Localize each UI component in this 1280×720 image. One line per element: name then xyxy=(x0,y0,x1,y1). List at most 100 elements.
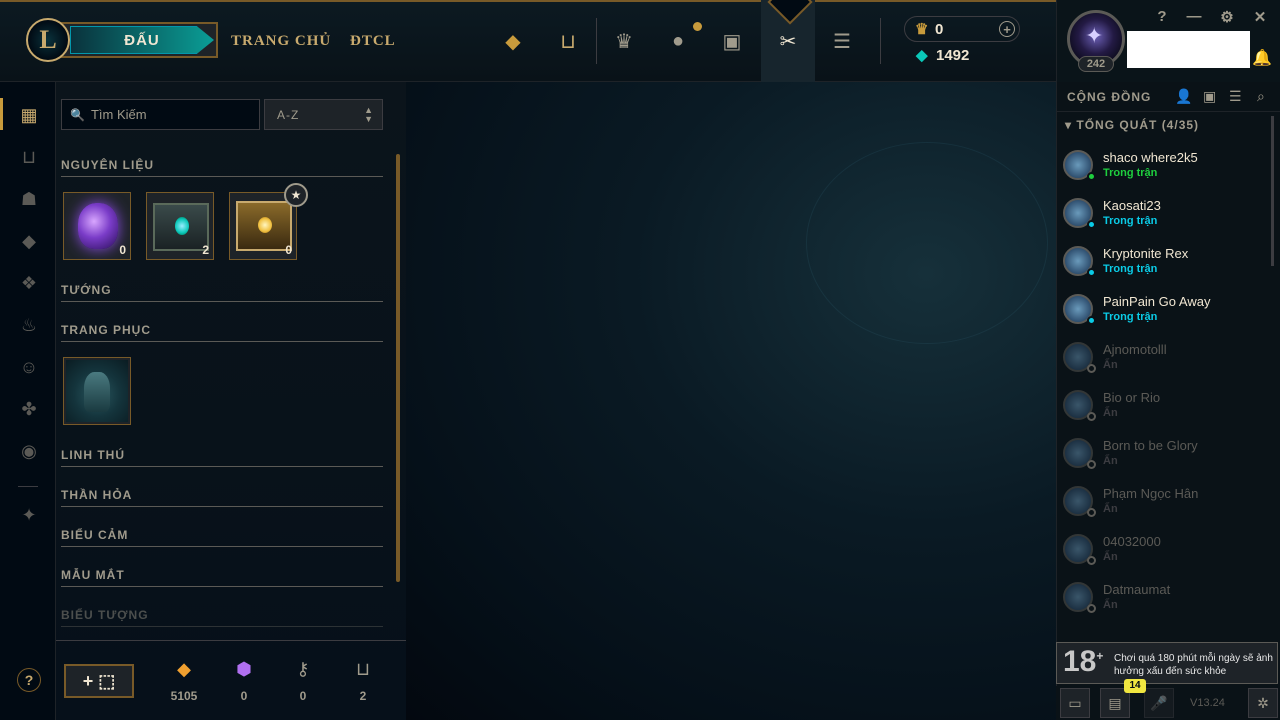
play-button-frame[interactable]: ĐẤU xyxy=(56,22,218,58)
help-icon[interactable]: ? xyxy=(1154,8,1170,25)
friend-name: Kaosati23 xyxy=(1103,198,1161,213)
section-wards[interactable]: MẪU MẮT xyxy=(61,568,383,587)
orb-icon xyxy=(78,203,118,249)
add-folder-icon[interactable]: ▣ xyxy=(1203,88,1216,105)
status-dot xyxy=(1087,316,1096,325)
friend-row[interactable]: Ajnomotolll Ẩn xyxy=(1057,334,1273,382)
add-friend-icon[interactable]: 👤 xyxy=(1175,88,1192,105)
inventory-scrollbar[interactable] xyxy=(396,154,400,582)
tile-count: 2 xyxy=(202,243,209,257)
friend-row[interactable]: Bio or Rio Ẩn xyxy=(1057,382,1273,430)
companion-category-icon[interactable]: ❖ xyxy=(16,270,42,296)
close-icon[interactable]: ✕ xyxy=(1252,8,1268,26)
material-tile[interactable]: 0 xyxy=(63,192,131,260)
league-logo-icon[interactable]: L xyxy=(26,18,70,62)
inventory-nav-icon[interactable]: ⊔ xyxy=(555,28,581,54)
search-input[interactable]: 🔍 Tìm Kiếm xyxy=(61,99,260,130)
status-dot xyxy=(1087,220,1096,229)
emote-category-icon[interactable]: ☺ xyxy=(16,354,42,380)
friend-group-header[interactable]: ▾ TỔNG QUÁT (4/35) xyxy=(1065,118,1199,132)
minimize-icon[interactable]: — xyxy=(1186,8,1202,25)
sort-dropdown[interactable]: A-Z ▲ ▼ xyxy=(264,99,383,130)
section-emotes[interactable]: BIỂU CẢM xyxy=(61,528,383,547)
summoner-icon-category-icon[interactable]: ♨ xyxy=(16,312,42,338)
status-dot xyxy=(1087,172,1096,181)
friend-status: Trong trận xyxy=(1103,311,1158,323)
material-tile[interactable]: 2 xyxy=(146,192,214,260)
chest-icon: ⊔ xyxy=(355,659,371,679)
skin-category-icon[interactable]: ◆ xyxy=(16,228,42,254)
section-materials[interactable]: NGUYÊN LIỆU xyxy=(61,158,383,177)
chat-icon[interactable]: ▭ xyxy=(1060,688,1090,718)
voice-icon[interactable]: 🎤 xyxy=(1144,688,1174,718)
rp-value: 0 xyxy=(935,20,944,38)
tft-category-icon[interactable]: ✦ xyxy=(16,502,42,528)
friend-row[interactable]: shaco where2k5 Trong trận xyxy=(1057,142,1273,190)
friend-status: Ẩn xyxy=(1103,551,1118,563)
keys: ⚷ 0 xyxy=(283,659,323,703)
key-icon: ⚷ xyxy=(296,659,310,679)
profile-nav-icon[interactable]: ● xyxy=(665,28,691,54)
friend-row[interactable]: PainPain Go Away Trong trận xyxy=(1057,286,1273,334)
section-champions[interactable]: TƯỚNG xyxy=(61,283,383,302)
list-view-icon[interactable]: ☰ xyxy=(1229,88,1242,105)
search-icon[interactable]: ⌕ xyxy=(1257,88,1265,105)
ranked-icon[interactable]: ◆ xyxy=(500,28,526,54)
skin-tile[interactable] xyxy=(63,357,131,425)
social-header: CỘNG ĐỒNG 👤 ▣ ☰ ⌕ xyxy=(1057,82,1280,112)
rail-active-indicator xyxy=(0,98,3,130)
social-bottom-bar: ▭ ▤ 🎤 ✲ xyxy=(1056,686,1280,720)
friend-row[interactable]: Born to be Glory Ẩn xyxy=(1057,430,1273,478)
mastery-icon[interactable]: ♛ xyxy=(611,28,637,54)
play-button[interactable]: ĐẤU xyxy=(70,26,214,54)
status-dot xyxy=(1087,268,1096,277)
loot-icon[interactable]: ✂ xyxy=(775,28,801,54)
buy-rp-button[interactable]: + xyxy=(999,21,1015,37)
section-profile-icons[interactable]: BIỂU TƯỢNG xyxy=(61,608,383,627)
report-bug-icon[interactable]: ✲ xyxy=(1248,688,1278,718)
warning-text: Chơi quá 180 phút mỗi ngày sẽ ảnh hưởng … xyxy=(1114,653,1273,677)
blue-essence: ◆ 1492 xyxy=(904,42,1020,68)
social-title: CỘNG ĐỒNG xyxy=(1067,90,1152,104)
collection-icon[interactable]: ▣ xyxy=(719,28,745,54)
rp-icon: ♛ xyxy=(915,21,929,38)
friend-row[interactable]: Phạm Ngọc Hân Ẩn xyxy=(1057,478,1273,526)
section-skins[interactable]: TRANG PHỤC xyxy=(61,323,383,342)
be-value: 1492 xyxy=(936,46,970,64)
profile-icon-category-icon[interactable]: ◉ xyxy=(16,438,42,464)
settings-icon[interactable]: ⚙ xyxy=(1219,8,1235,26)
chest-category-icon[interactable]: ⊔ xyxy=(16,144,42,170)
top-nav-bar: ĐẤU L TRANG CHỦ ĐTCL ◆ ⊔ ♛ ● ▣ ✂ ☰ ♛ 0 +… xyxy=(0,0,1056,82)
friend-row[interactable]: Kaosati23 Trong trận xyxy=(1057,190,1273,238)
rail-divider xyxy=(18,486,38,487)
tile-count: 0 xyxy=(285,243,292,257)
friend-row[interactable]: Kryptonite Rex Trong trận xyxy=(1057,238,1273,286)
friend-name: Bio or Rio xyxy=(1103,390,1161,405)
nav-tft[interactable]: ĐTCL xyxy=(350,33,396,50)
store-icon[interactable]: ☰ xyxy=(829,28,855,54)
friend-row[interactable]: 04032000 Ẩn xyxy=(1057,526,1273,574)
bell-icon[interactable]: 🔔 xyxy=(1252,48,1272,68)
help-button[interactable]: ? xyxy=(17,668,41,692)
all-items-icon[interactable]: ▦ xyxy=(16,102,42,128)
status-dot xyxy=(1087,508,1096,517)
nav-home[interactable]: TRANG CHỦ xyxy=(231,33,331,50)
summoner-name-redacted[interactable] xyxy=(1127,31,1250,68)
craft-key-button[interactable]: + ⬚ xyxy=(64,664,134,698)
orange-essence-icon: ◆ xyxy=(177,659,191,679)
level-badge: 242 xyxy=(1078,56,1114,72)
section-companions[interactable]: LINH THÚ xyxy=(61,448,383,467)
friend-name: Datmaumat xyxy=(1103,582,1171,597)
section-icons[interactable]: THẦN HỎA xyxy=(61,488,383,507)
friend-status: Trong trận xyxy=(1103,215,1158,227)
status-dot xyxy=(1087,460,1096,469)
riot-points[interactable]: ♛ 0 + xyxy=(904,16,1020,42)
chests: ⊔ 2 xyxy=(343,659,383,703)
nav-divider xyxy=(880,18,881,64)
friend-row[interactable]: Datmaumat Ẩn xyxy=(1057,574,1273,622)
ward-category-icon[interactable]: ✤ xyxy=(16,396,42,422)
champion-category-icon[interactable]: ☗ xyxy=(16,186,42,212)
orange-essence: ◆ 5105 xyxy=(164,659,204,703)
notification-count-badge: 14 xyxy=(1124,679,1146,693)
play-button-group[interactable]: ĐẤU L xyxy=(26,18,218,62)
